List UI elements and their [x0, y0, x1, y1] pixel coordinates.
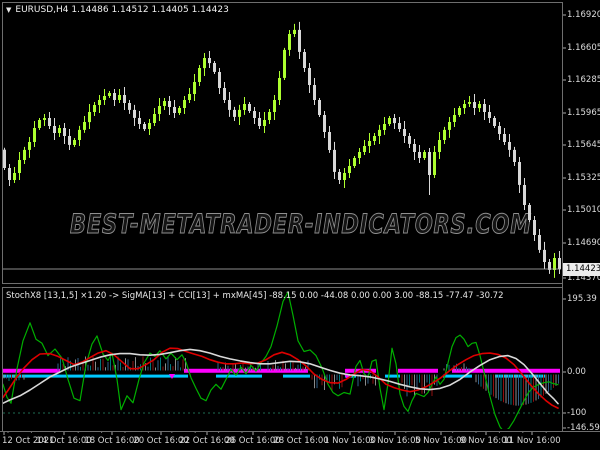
price-axis-label: 1.16920	[567, 10, 600, 20]
time-axis-label: 3 Nov 16:00	[369, 436, 421, 446]
price-axis-label: 1.15645	[567, 140, 600, 150]
watermark: BEST-METATRADER-INDICATORS.COM	[70, 209, 532, 240]
indicator-graph	[3, 291, 561, 429]
time-axis-label: 11 Nov 16:00	[503, 436, 561, 446]
chart-title-bar: ▼ EURUSD,H4 1.14486 1.14512 1.14405 1.144…	[6, 5, 229, 15]
indicator-axis-label: -100	[567, 408, 587, 418]
price-axis-label: 1.16285	[567, 75, 600, 85]
price-axis-label: 1.16605	[567, 43, 600, 53]
indicator-axis-label: 195.39	[567, 294, 597, 304]
chart-context-arrow-icon[interactable]: ▼	[6, 6, 11, 14]
time-axis-label: 18 Oct 16:00	[84, 436, 140, 446]
indicator-axis-label: 0.00	[567, 367, 586, 377]
price-axis-label: 1.15010	[567, 205, 600, 215]
price-axis-label: 1.15965	[567, 108, 600, 118]
current-price-box: 1.14423	[563, 263, 600, 276]
time-axis-label: 28 Oct 16:00	[273, 436, 329, 446]
indicator-label: StochX8 [13,1,5] ×1.20 -> SigMA[13] + CC…	[6, 291, 504, 301]
time-axis-line	[0, 431, 600, 432]
chart-title: EURUSD,H4 1.14486 1.14512 1.14405 1.1442…	[15, 5, 229, 15]
chart-canvas[interactable]: BEST-METATRADER-INDICATORS.COM	[0, 0, 600, 450]
price-axis-label: 1.14690	[567, 238, 600, 248]
price-axis-label: 1.15325	[567, 173, 600, 183]
mt4-chart-screen: BEST-METATRADER-INDICATORS.COM ▼ EURUSD,H…	[0, 0, 600, 450]
